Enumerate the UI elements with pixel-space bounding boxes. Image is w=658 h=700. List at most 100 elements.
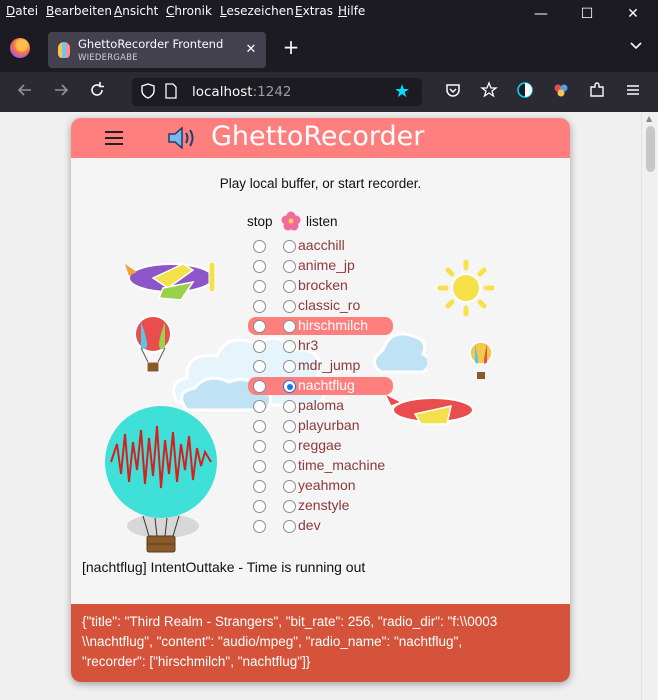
tab-list-chevron-icon[interactable]: [626, 38, 646, 58]
stop-radio[interactable]: [253, 280, 266, 293]
station-name[interactable]: yeahmon: [298, 477, 356, 493]
stop-radio[interactable]: [253, 520, 266, 533]
scroll-up-arrow-icon[interactable]: ▲: [646, 114, 652, 123]
recorder-card: GhettoRecorder Play local buffer, or sta…: [71, 118, 570, 682]
listen-radio[interactable]: [283, 480, 296, 493]
station-name[interactable]: mdr_jump: [298, 357, 360, 373]
stop-radio[interactable]: [253, 460, 266, 473]
json-line: \\nachtflug", "content": "audio/mpeg", "…: [82, 634, 463, 649]
stop-radio[interactable]: [253, 420, 266, 433]
url-text: localhost:1242: [192, 84, 292, 100]
listen-radio[interactable]: [283, 260, 296, 273]
listen-column-header: listen: [306, 214, 338, 229]
page-scrollbar[interactable]: ▲: [641, 112, 658, 700]
stop-radio[interactable]: [253, 360, 266, 373]
extensions-star-icon[interactable]: [478, 81, 500, 103]
new-tab-button[interactable]: +: [280, 36, 302, 58]
listen-radio[interactable]: [283, 280, 296, 293]
balloon-favicon-icon: [58, 42, 70, 58]
station-row-paloma: paloma: [246, 397, 570, 417]
bookmark-star-icon[interactable]: ★: [394, 81, 410, 102]
menu-lesezeichen[interactable]: Lesezeichen: [220, 4, 294, 18]
station-row-aacchill: aacchill: [246, 237, 570, 257]
listen-radio[interactable]: [283, 300, 296, 313]
station-row-brocken: brocken: [246, 277, 570, 297]
station-name[interactable]: paloma: [298, 397, 344, 413]
station-name[interactable]: zenstyle: [298, 497, 349, 513]
stop-column-header: stop: [247, 214, 273, 229]
listen-radio[interactable]: [283, 400, 296, 413]
page-info-icon[interactable]: [164, 83, 178, 99]
stop-radio[interactable]: [253, 440, 266, 453]
menu-extras[interactable]: Extras: [295, 4, 333, 18]
station-row-reggae: reggae: [246, 437, 570, 457]
stop-radio[interactable]: [253, 340, 266, 353]
listen-radio[interactable]: [283, 520, 296, 533]
menubar: Datei Bearbeiten Ansicht Chronik Lesezei…: [0, 0, 658, 24]
stop-radio[interactable]: [253, 240, 266, 253]
menu-ansicht[interactable]: Ansicht: [114, 4, 158, 18]
station-row-classic-ro: classic_ro: [246, 297, 570, 317]
app-title: GhettoRecorder: [211, 121, 425, 152]
station-name[interactable]: playurban: [298, 417, 360, 433]
browser-tab[interactable]: GhettoRecorder Frontend WIEDERGABE ✕: [48, 32, 266, 68]
listen-radio[interactable]: [283, 500, 296, 513]
station-name[interactable]: aacchill: [298, 237, 345, 253]
json-line: {"title": "Third Realm - Strangers", "bi…: [82, 614, 498, 629]
station-name[interactable]: dev: [298, 517, 321, 533]
menu-datei[interactable]: Datei: [6, 4, 38, 18]
stop-radio[interactable]: [253, 300, 266, 313]
menu-bearbeiten[interactable]: Bearbeiten: [46, 4, 112, 18]
stop-radio[interactable]: [253, 500, 266, 513]
stop-radio[interactable]: [253, 400, 266, 413]
json-status-text: {"title": "Third Realm - Strangers", "bi…: [82, 612, 562, 672]
back-arrow-icon[interactable]: [14, 81, 36, 103]
station-row-time-machine: time_machine: [246, 457, 570, 477]
tracking-shield-icon[interactable]: [140, 83, 156, 99]
station-name[interactable]: time_machine: [298, 457, 385, 473]
listen-radio[interactable]: [283, 420, 296, 433]
station-name[interactable]: brocken: [298, 277, 348, 293]
listen-radio[interactable]: [283, 340, 296, 353]
purple-airplane-icon: [125, 261, 216, 301]
waveform-balloon-icon: [105, 406, 217, 553]
station-name[interactable]: anime_jp: [298, 257, 355, 273]
hamburger-menu-icon[interactable]: [105, 128, 125, 148]
reload-icon[interactable]: [86, 81, 108, 103]
stop-radio[interactable]: [253, 260, 266, 273]
station-name[interactable]: hirschmilch: [298, 317, 368, 333]
app-menu-icon[interactable]: [622, 81, 644, 103]
station-name[interactable]: nachtflug: [298, 377, 355, 393]
forward-arrow-icon[interactable]: [50, 81, 72, 103]
listen-radio[interactable]: [283, 440, 296, 453]
stop-radio[interactable]: [253, 480, 266, 493]
station-name[interactable]: classic_ro: [298, 297, 360, 313]
now-playing-text: [nachtflug] IntentOuttake - Time is runn…: [82, 559, 366, 575]
station-row-playurban: playurban: [246, 417, 570, 437]
page-viewport: GhettoRecorder Play local buffer, or sta…: [0, 112, 658, 700]
firefox-logo-icon[interactable]: [10, 38, 30, 58]
stop-radio[interactable]: [253, 380, 266, 393]
station-row-mdr-jump: mdr_jump: [246, 357, 570, 377]
station-name[interactable]: reggae: [298, 437, 342, 453]
listen-radio[interactable]: [283, 320, 296, 333]
listen-radio[interactable]: [283, 240, 296, 253]
scrollbar-thumb[interactable]: [646, 126, 655, 172]
menu-chronik[interactable]: Chronik: [166, 4, 212, 18]
listen-radio[interactable]: [283, 360, 296, 373]
url-bar[interactable]: localhost:1242 ★: [132, 78, 422, 106]
speaker-icon: [168, 126, 194, 150]
menu-hilfe[interactable]: Hilfe: [338, 4, 365, 18]
station-row-yeahmon: yeahmon: [246, 477, 570, 497]
dark-mode-icon[interactable]: [514, 81, 536, 103]
station-row-dev: dev: [246, 517, 570, 537]
pocket-icon[interactable]: [442, 81, 464, 103]
station-name[interactable]: hr3: [298, 337, 318, 353]
puzzle-extensions-icon[interactable]: [586, 81, 608, 103]
url-host: localhost: [192, 84, 253, 100]
listen-radio[interactable]: [283, 460, 296, 473]
color-picker-icon[interactable]: [550, 81, 572, 103]
stop-radio[interactable]: [253, 320, 266, 333]
listen-radio[interactable]: [283, 380, 296, 393]
tab-close-icon[interactable]: ✕: [242, 41, 260, 59]
